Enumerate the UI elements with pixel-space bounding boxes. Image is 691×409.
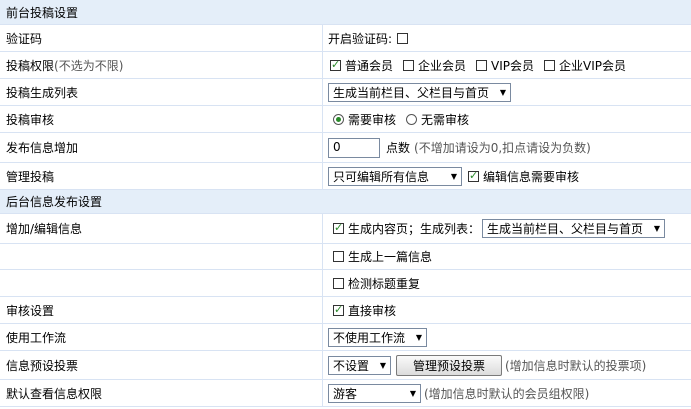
addedit-label: 增加/编辑信息 [0, 214, 323, 243]
permission-option-label: 普通会员 [345, 58, 394, 73]
chevron-down-icon: ▼ [499, 87, 506, 97]
row-addedit: 增加/编辑信息 生成内容页；生成列表： 生成当前栏目、父栏目与首页 ▼ [0, 214, 691, 244]
row-permission: 投稿权限 (不选为不限) 普通会员 企业会员 VIP会员 企业VIP会员 [0, 52, 691, 79]
workflow-selected: 不使用工作流 [333, 330, 406, 345]
gen-prev-checkbox[interactable] [333, 251, 344, 262]
captcha-checkbox[interactable] [397, 32, 409, 44]
chevron-down-icon: ▼ [409, 388, 416, 398]
manage-selected: 只可编辑所有信息 [333, 169, 430, 184]
permission-option-label: 企业VIP会员 [559, 58, 627, 73]
gen-prev-label: 生成上一篇信息 [348, 250, 433, 264]
permission-checkbox-normal[interactable] [330, 58, 341, 71]
row-review: 投稿审核 需要审核 无需审核 [0, 106, 691, 133]
viewperm-selected: 游客 [333, 386, 358, 401]
captcha-label: 验证码 [0, 25, 323, 51]
review-label: 投稿审核 [0, 106, 323, 132]
row-prev: 生成上一篇信息 [0, 244, 691, 270]
points-hint: (不增加请设为0,扣点请设为负数) [414, 141, 591, 155]
check-dup-label: 检测标题重复 [348, 276, 421, 291]
vote-selected: 不设置 [333, 358, 370, 373]
row-workflow: 使用工作流 不使用工作流 ▼ [0, 324, 691, 351]
vote-hint: (增加信息时默认的投票项) [505, 358, 647, 373]
permission-hint: (不选为不限) [54, 58, 124, 73]
row-dup: 检测标题重复 [0, 270, 691, 297]
gen-list-select[interactable]: 生成当前栏目、父栏目与首页 ▼ [328, 82, 511, 102]
row-points: 发布信息增加 0 点数 (不增加请设为0,扣点请设为负数) [0, 133, 691, 163]
gen-list-selected: 生成当前栏目、父栏目与首页 [333, 85, 490, 100]
permission-label: 投稿权限 [6, 58, 55, 73]
review-radio-required[interactable] [333, 113, 344, 125]
permission-checkbox-enterprise-vip[interactable] [544, 59, 556, 71]
viewperm-select[interactable]: 游客 ▼ [328, 383, 421, 403]
section-back-title: 后台信息发布设置 [6, 195, 103, 209]
gen-content-checkbox[interactable] [333, 221, 344, 234]
settings-table: 前台投稿设置 验证码 开启验证码: 投稿权限 (不选为不限) 普通会员 企业会员… [0, 0, 691, 407]
gen-content-label: 生成内容页；生成列表： [348, 222, 481, 236]
row-vote: 信息预设投票 不设置 ▼ 管理预设投票 (增加信息时默认的投票项) [0, 351, 691, 380]
row-viewperm: 默认查看信息权限 游客 ▼ (增加信息时默认的会员组权限) [0, 380, 691, 407]
vote-select[interactable]: 不设置 ▼ [328, 355, 391, 375]
permission-checkbox-vip[interactable] [476, 59, 488, 71]
chevron-down-icon: ▼ [415, 332, 422, 342]
section-back: 后台信息发布设置 [0, 190, 691, 214]
points-label: 发布信息增加 [0, 133, 323, 162]
review-radio-none[interactable] [406, 113, 418, 125]
workflow-label: 使用工作流 [0, 324, 323, 350]
chevron-down-icon: ▼ [379, 360, 386, 370]
manage-select[interactable]: 只可编辑所有信息 ▼ [328, 166, 462, 186]
section-front: 前台投稿设置 [0, 0, 691, 25]
review-option-label: 无需审核 [421, 112, 470, 127]
permission-option-label: 企业会员 [418, 58, 467, 73]
row-gen-list: 投稿生成列表 生成当前栏目、父栏目与首页 ▼ [0, 79, 691, 106]
workflow-select[interactable]: 不使用工作流 ▼ [328, 327, 427, 347]
row-manage: 管理投稿 只可编辑所有信息 ▼ 编辑信息需要审核 [0, 163, 691, 190]
addedit-list-selected: 生成当前栏目、父栏目与首页 [487, 222, 644, 236]
addedit-list-select[interactable]: 生成当前栏目、父栏目与首页 ▼ [482, 219, 666, 238]
manage-review-label: 编辑信息需要审核 [483, 169, 580, 184]
gen-list-label: 投稿生成列表 [0, 79, 323, 105]
points-unit: 点数 [386, 141, 411, 155]
manage-review-checkbox[interactable] [468, 169, 479, 182]
captcha-option-label: 开启验证码: [328, 31, 393, 46]
row-captcha: 验证码 开启验证码: [0, 25, 691, 52]
permission-checkbox-enterprise[interactable] [403, 59, 415, 71]
vote-label: 信息预设投票 [0, 351, 323, 379]
points-input[interactable]: 0 [328, 137, 380, 158]
viewperm-label: 默认查看信息权限 [0, 380, 323, 406]
check-dup-checkbox[interactable] [333, 277, 344, 289]
direct-audit-label: 直接审核 [348, 303, 397, 318]
chevron-down-icon: ▼ [450, 171, 457, 181]
row-audit: 审核设置 直接审核 [0, 297, 691, 324]
direct-audit-checkbox[interactable] [333, 303, 344, 316]
viewperm-hint: (增加信息时默认的会员组权限) [424, 386, 590, 401]
manage-vote-button[interactable]: 管理预设投票 [396, 354, 502, 376]
section-front-title: 前台投稿设置 [6, 5, 79, 20]
audit-label: 审核设置 [0, 297, 323, 323]
chevron-down-icon: ▼ [653, 224, 661, 233]
review-option-label: 需要审核 [348, 112, 397, 127]
permission-option-label: VIP会员 [491, 58, 535, 73]
manage-label: 管理投稿 [0, 163, 323, 189]
